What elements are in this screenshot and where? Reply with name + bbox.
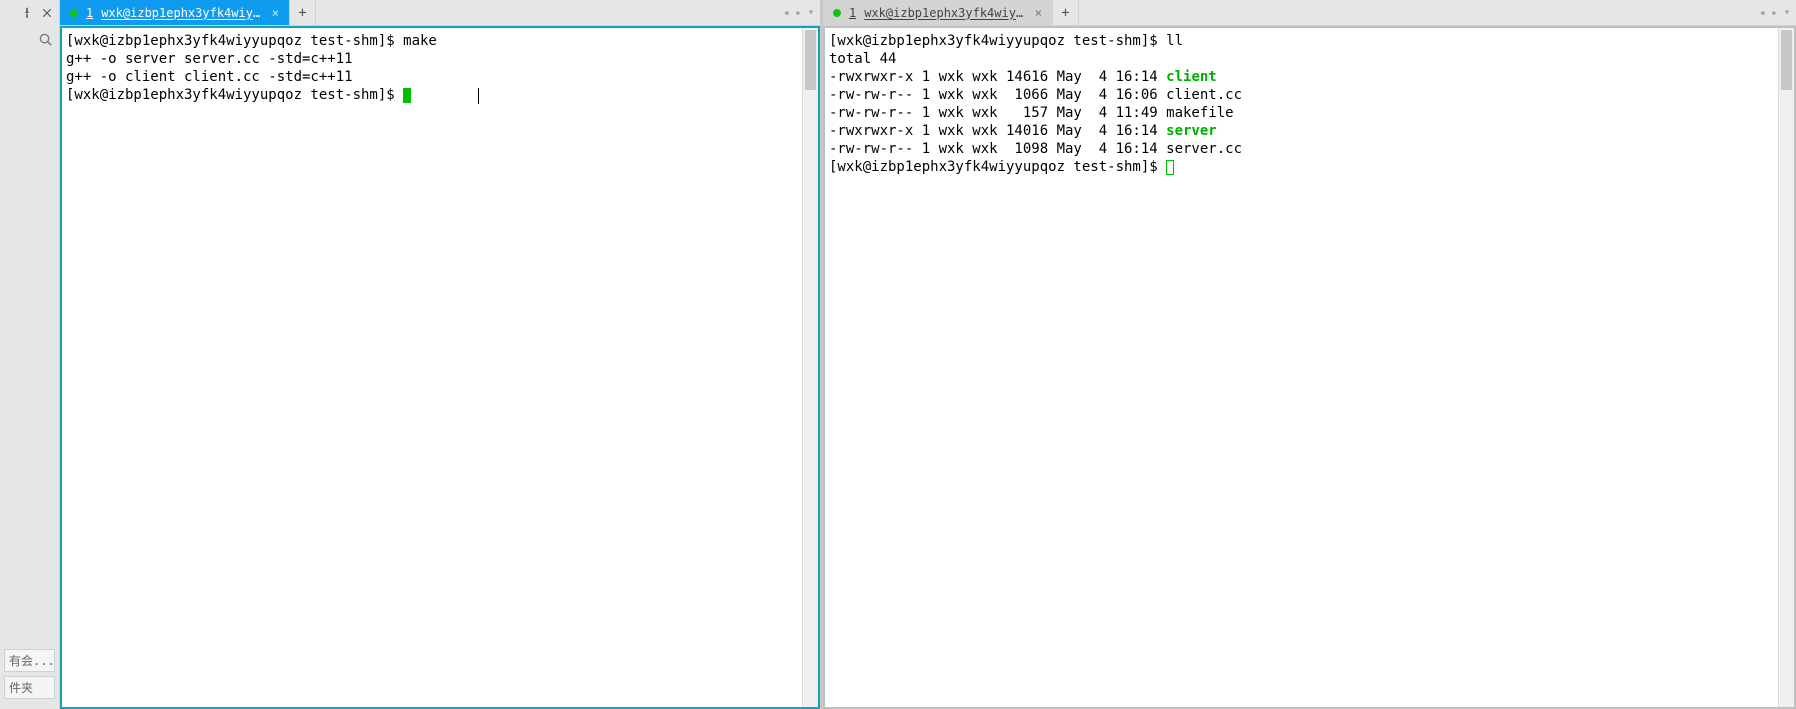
terminal-text: -rw-rw-r-- 1 wxk wxk 1098 May 4 16:14 se… [829,141,1242,157]
terminal-text: -rw-rw-r-- 1 wxk wxk 157 May 4 11:49 mak… [829,105,1234,121]
terminal-tab[interactable]: 1 wxk@izbp1ephx3yfk4wiyyup... × [823,0,1053,25]
terminal-pane-right[interactable]: [wxk@izbp1ephx3yfk4wiyyupqoz test-shm]$ … [823,26,1796,709]
close-icon[interactable]: × [272,6,279,20]
sidebar-bottom: 有会... 件夹 [0,649,59,699]
text-caret-icon [478,88,479,104]
scrollbar[interactable] [1778,28,1794,707]
tab-prev-icon[interactable]: ◂ [783,6,790,19]
app-root: 有会... 件夹 1 wxk@izbp1ephx3yfk4wiyy... × +… [0,0,1796,709]
sidebar-top-controls [0,0,59,26]
terminal-text: [wxk@izbp1ephx3yfk4wiyyupqoz test-shm]$ … [829,33,1183,49]
terminal-pane-left[interactable]: [wxk@izbp1ephx3yfk4wiyyupqoz test-shm]$ … [60,26,820,709]
tab-label: wxk@izbp1ephx3yfk4wiyy... [101,6,262,20]
terminal-text: -rwxrwxr-x 1 wxk wxk 14616 May 4 16:14 [829,69,1166,85]
tab-next-icon[interactable]: ▸ [1771,6,1778,19]
tab-label: wxk@izbp1ephx3yfk4wiyyup... [864,6,1025,20]
search-icon[interactable] [37,31,53,47]
terminal-text: [wxk@izbp1ephx3yfk4wiyyupqoz test-shm]$ [829,159,1166,175]
terminal-text: total 44 [829,51,896,67]
tab-menu-icon[interactable]: ▾ [1784,7,1790,18]
scrollbar-thumb[interactable] [805,30,816,90]
terminal-text: [wxk@izbp1ephx3yfk4wiyyupqoz test-shm]$ [66,87,403,103]
sidebar-chip[interactable]: 有会... [4,649,55,672]
tabbar-right: 1 wxk@izbp1ephx3yfk4wiyyup... × + ◂ ▸ ▾ [823,0,1796,26]
terminal-text: server [1166,123,1217,139]
status-dot-icon [833,9,841,17]
tab-nav-controls: ◂ ▸ ▾ [1759,0,1796,25]
terminal-text: g++ -o client client.cc -std=c++11 [66,69,353,85]
tab-nav-controls: ◂ ▸ ▾ [783,0,820,25]
pin-icon[interactable] [21,7,33,19]
sidebar-close-icon[interactable] [41,7,53,19]
tab-next-icon[interactable]: ▸ [795,6,802,19]
new-tab-button[interactable]: + [290,0,316,25]
tab-number: 1 [86,6,93,20]
tab-prev-icon[interactable]: ◂ [1759,6,1766,19]
tabbar-left: 1 wxk@izbp1ephx3yfk4wiyy... × + ◂ ▸ ▾ [60,0,820,26]
scrollbar[interactable] [802,28,818,707]
terminal-output[interactable]: [wxk@izbp1ephx3yfk4wiyyupqoz test-shm]$ … [825,28,1794,180]
sidebar-chip[interactable]: 件夹 [4,676,55,699]
tab-menu-icon[interactable]: ▾ [808,7,814,18]
tab-number: 1 [849,6,856,20]
terminal-text: g++ -o server server.cc -std=c++11 [66,51,353,67]
cursor-icon [1166,160,1174,175]
scrollbar-thumb[interactable] [1781,30,1792,90]
terminal-output[interactable]: [wxk@izbp1ephx3yfk4wiyyupqoz test-shm]$ … [62,28,818,108]
terminal-text: -rwxrwxr-x 1 wxk wxk 14016 May 4 16:14 [829,123,1166,139]
new-tab-button[interactable]: + [1053,0,1079,25]
sidebar: 有会... 件夹 [0,0,60,709]
terminal-tab[interactable]: 1 wxk@izbp1ephx3yfk4wiyy... × [60,0,290,25]
terminal-text: client [1166,69,1217,85]
close-icon[interactable]: × [1035,6,1042,20]
status-dot-icon [70,9,78,17]
terminal-text: [wxk@izbp1ephx3yfk4wiyyupqoz test-shm]$ … [66,33,437,49]
terminal-text: -rw-rw-r-- 1 wxk wxk 1066 May 4 16:06 cl… [829,87,1242,103]
cursor-icon [403,88,411,103]
